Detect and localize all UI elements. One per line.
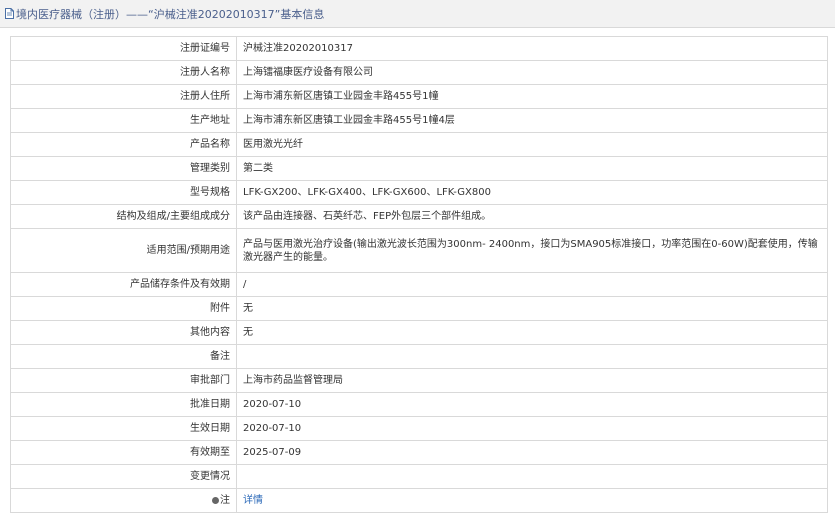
note-value-cell: 详情 — [236, 488, 828, 513]
table-row: 审批部门 上海市药品监督管理局 — [10, 368, 828, 393]
table-row: 产品储存条件及有效期 / — [10, 272, 828, 297]
detail-table: 注册证编号 沪械注准20202010317 注册人名称 上海镭福康医疗设备有限公… — [10, 36, 828, 513]
note-label: 注 — [220, 495, 230, 506]
table-row: 适用范围/预期用途 产品与医用激光治疗设备(输出激光波长范围为300nm- 24… — [10, 228, 828, 273]
row-value: 上海镭福康医疗设备有限公司 — [236, 60, 828, 85]
row-value: 第二类 — [236, 156, 828, 181]
row-label: 管理类别 — [10, 156, 237, 181]
row-label: 注册证编号 — [10, 36, 237, 61]
table-row: 变更情况 — [10, 464, 828, 489]
row-value: / — [236, 272, 828, 297]
row-value: 上海市浦东新区唐镇工业园金丰路455号1幢4层 — [236, 108, 828, 133]
table-row: 注册人住所 上海市浦东新区唐镇工业园金丰路455号1幢 — [10, 84, 828, 109]
row-label: 产品名称 — [10, 132, 237, 157]
table-row: 批准日期 2020-07-10 — [10, 392, 828, 417]
table-row: 型号规格 LFK-GX200、LFK-GX400、LFK-GX600、LFK-G… — [10, 180, 828, 205]
row-label: 生产地址 — [10, 108, 237, 133]
row-label: 批准日期 — [10, 392, 237, 417]
table-row: 结构及组成/主要组成成分 该产品由连接器、石英纤芯、FEP外包层三个部件组成。 — [10, 204, 828, 229]
row-value: 上海市药品监督管理局 — [236, 368, 828, 393]
table-row: 备注 — [10, 344, 828, 369]
row-label: 注册人住所 — [10, 84, 237, 109]
row-label: 产品储存条件及有效期 — [10, 272, 237, 297]
row-label: 审批部门 — [10, 368, 237, 393]
row-label: 型号规格 — [10, 180, 237, 205]
row-label: 有效期至 — [10, 440, 237, 465]
row-value: 2025-07-09 — [236, 440, 828, 465]
note-label-cell: 注 — [10, 488, 237, 513]
row-value: 沪械注准20202010317 — [236, 36, 828, 61]
table-row: 其他内容 无 — [10, 320, 828, 345]
row-value — [236, 344, 828, 369]
row-value: 上海市浦东新区唐镇工业园金丰路455号1幢 — [236, 84, 828, 109]
bullet-icon — [212, 497, 219, 504]
row-value: LFK-GX200、LFK-GX400、LFK-GX600、LFK-GX800 — [236, 180, 828, 205]
page-title-bar: 境内医疗器械（注册）——“沪械注准20202010317”基本信息 — [0, 0, 835, 28]
table-row: 注册证编号 沪械注准20202010317 — [10, 36, 828, 61]
table-row: 管理类别 第二类 — [10, 156, 828, 181]
table-row: 注册人名称 上海镭福康医疗设备有限公司 — [10, 60, 828, 85]
table-row: 生产地址 上海市浦东新区唐镇工业园金丰路455号1幢4层 — [10, 108, 828, 133]
row-label: 生效日期 — [10, 416, 237, 441]
table-row: 附件 无 — [10, 296, 828, 321]
table-row: 产品名称 医用激光光纤 — [10, 132, 828, 157]
table-row: 有效期至 2025-07-09 — [10, 440, 828, 465]
row-value: 该产品由连接器、石英纤芯、FEP外包层三个部件组成。 — [236, 204, 828, 229]
row-label: 结构及组成/主要组成成分 — [10, 204, 237, 229]
details-link[interactable]: 详情 — [243, 495, 263, 506]
row-value: 2020-07-10 — [236, 392, 828, 417]
row-value: 产品与医用激光治疗设备(输出激光波长范围为300nm- 2400nm，接口为SM… — [236, 228, 828, 273]
row-label: 其他内容 — [10, 320, 237, 345]
row-label: 注册人名称 — [10, 60, 237, 85]
row-label: 适用范围/预期用途 — [10, 228, 237, 273]
row-value: 无 — [236, 296, 828, 321]
row-label: 变更情况 — [10, 464, 237, 489]
page-title: 境内医疗器械（注册）——“沪械注准20202010317”基本信息 — [16, 7, 325, 21]
row-value: 无 — [236, 320, 828, 345]
table-row: 生效日期 2020-07-10 — [10, 416, 828, 441]
row-value — [236, 464, 828, 489]
row-value: 医用激光光纤 — [236, 132, 828, 157]
row-label: 附件 — [10, 296, 237, 321]
row-label: 备注 — [10, 344, 237, 369]
document-icon — [5, 8, 14, 19]
table-row: 注 详情 — [10, 488, 828, 513]
row-value: 2020-07-10 — [236, 416, 828, 441]
